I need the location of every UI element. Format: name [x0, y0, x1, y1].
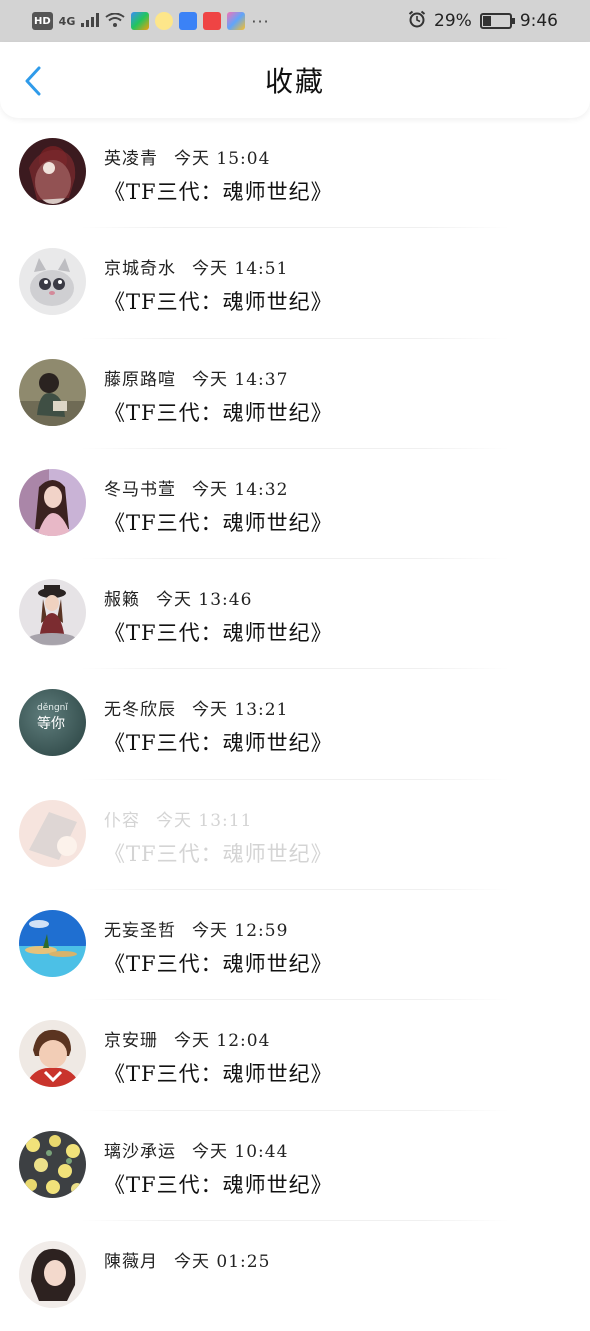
timestamp: 今天 14:51 [192, 259, 289, 280]
gallery-app-icon [227, 12, 246, 30]
timestamp: 今天 13:21 [192, 700, 289, 721]
username: 英凌青 [104, 149, 158, 169]
username: 藤原路喧 [104, 369, 176, 390]
status-bar: HD 4G ··· 29% 9:46 [0, 0, 590, 42]
signal-icon [81, 12, 100, 31]
item-meta: 陳薇月 今天 01:25 [104, 1247, 270, 1272]
list-item[interactable]: 赧籁 今天 13:46 《TF三代：魂师世纪》 [0, 559, 590, 670]
item-meta: 无妄圣哲 今天 12:59 [104, 916, 288, 941]
username: 赧籁 [104, 590, 140, 611]
timestamp: 今天 14:32 [192, 479, 289, 500]
username: 冬马书萱 [104, 479, 176, 500]
list-item[interactable]: děngnǐ 等你 无冬欣辰 今天 13:21 《TF三代：魂师世纪》 [0, 669, 590, 780]
item-meta: 英凌青 今天 15:04 [104, 144, 270, 169]
network-label: 4G [58, 14, 76, 28]
avatar[interactable] [19, 358, 86, 426]
more-notifications-icon: ··· [251, 11, 270, 31]
alarm-icon [408, 10, 426, 33]
item-meta: 京城奇水 今天 14:51 [104, 254, 288, 279]
timestamp: 今天 14:37 [192, 369, 289, 390]
list-item[interactable]: 冬马书萱 今天 14:32 《TF三代：魂师世纪》 [0, 449, 590, 560]
avatar[interactable] [19, 910, 86, 978]
list-item[interactable]: 陳薇月 今天 01:25 [0, 1221, 590, 1331]
avatar-caption-pinyin: děngnǐ [37, 703, 68, 714]
taobao-app-icon [203, 12, 222, 30]
emoji-app-icon [155, 12, 174, 30]
avatar[interactable]: děngnǐ 等你 [19, 689, 86, 757]
avatar[interactable] [19, 579, 86, 647]
avatar[interactable] [19, 1240, 86, 1308]
list-item[interactable]: 京城奇水 今天 14:51 《TF三代：魂师世纪》 [0, 228, 590, 339]
clock: 9:46 [519, 11, 558, 31]
book-title[interactable]: 《TF三代：魂师世纪》 [104, 838, 333, 868]
list-item[interactable]: 藤原路喧 今天 14:37 《TF三代：魂师世纪》 [0, 339, 590, 449]
favorites-list: 英凌青 今天 15:04 《TF三代：魂师世纪》 京城奇水 今天 14:51 《TF… [0, 118, 590, 1331]
username: 京城奇水 [104, 259, 176, 280]
header: 收藏 [0, 42, 590, 118]
avatar[interactable] [19, 799, 86, 867]
wifi-icon [105, 12, 125, 31]
cloud-app-icon [179, 12, 198, 30]
book-title[interactable]: 《TF三代：魂师世纪》 [104, 948, 333, 978]
hd-icon: HD [32, 12, 53, 30]
avatar[interactable] [19, 1020, 86, 1088]
timestamp: 今天 13:11 [156, 810, 253, 831]
book-title[interactable]: 《TF三代：魂师世纪》 [104, 727, 333, 757]
avatar[interactable] [19, 138, 86, 205]
username: 无妄圣哲 [104, 921, 176, 942]
timestamp: 今天 12:59 [192, 921, 289, 942]
item-meta: 京安珊 今天 12:04 [104, 1026, 270, 1051]
book-title[interactable]: 《TF三代：魂师世纪》 [104, 1169, 333, 1199]
book-title[interactable]: 《TF三代：魂师世纪》 [104, 397, 333, 427]
battery-percent: 29% [434, 11, 472, 31]
chevron-left-icon [25, 66, 41, 96]
timestamp: 今天 12:04 [174, 1031, 271, 1052]
page-title: 收藏 [264, 65, 325, 98]
book-title[interactable]: 《TF三代：魂师世纪》 [104, 176, 333, 206]
list-item[interactable]: 无妄圣哲 今天 12:59 《TF三代：魂师世纪》 [0, 890, 590, 1001]
status-right: 29% 9:46 [408, 10, 558, 33]
item-meta: 仆容 今天 13:11 [104, 806, 252, 831]
username: 陳薇月 [104, 1251, 158, 1272]
book-title[interactable]: 《TF三代：魂师世纪》 [104, 1058, 333, 1088]
battery-icon [479, 13, 515, 29]
avatar[interactable] [19, 468, 86, 536]
item-meta: 璃沙承运 今天 10:44 [104, 1137, 288, 1162]
book-title[interactable]: 《TF三代：魂师世纪》 [104, 617, 333, 647]
book-title[interactable]: 《TF三代：魂师世纪》 [104, 286, 333, 316]
list-item[interactable]: 英凌青 今天 15:04 《TF三代：魂师世纪》 [0, 118, 590, 229]
timestamp: 今天 01:25 [174, 1251, 271, 1272]
book-title[interactable]: 《TF三代：魂师世纪》 [104, 507, 333, 537]
item-meta: 无冬欣辰 今天 13:21 [104, 695, 288, 720]
item-meta: 藤原路喧 今天 14:37 [104, 365, 288, 390]
avatar[interactable] [19, 248, 86, 316]
username: 璃沙承运 [104, 1141, 176, 1162]
status-left: HD 4G ··· [32, 12, 270, 31]
timestamp: 今天 10:44 [192, 1141, 289, 1162]
back-button[interactable] [18, 64, 48, 98]
list-item[interactable]: 璃沙承运 今天 10:44 《TF三代：魂师世纪》 [0, 1111, 590, 1221]
avatar-caption: 等你 [37, 716, 65, 733]
avatar[interactable] [19, 1130, 86, 1198]
username: 无冬欣辰 [104, 700, 176, 721]
list-item[interactable]: 仆容 今天 13:11 《TF三代：魂师世纪》 [0, 780, 590, 891]
username: 京安珊 [104, 1031, 158, 1052]
iqiyi-app-icon [131, 12, 150, 30]
timestamp: 今天 15:04 [174, 149, 271, 169]
timestamp: 今天 13:46 [156, 590, 253, 611]
item-meta: 赧籁 今天 13:46 [104, 585, 252, 610]
item-meta: 冬马书萱 今天 14:32 [104, 475, 288, 500]
list-item[interactable]: 京安珊 今天 12:04 《TF三代：魂师世纪》 [0, 1000, 590, 1111]
username: 仆容 [104, 810, 140, 831]
